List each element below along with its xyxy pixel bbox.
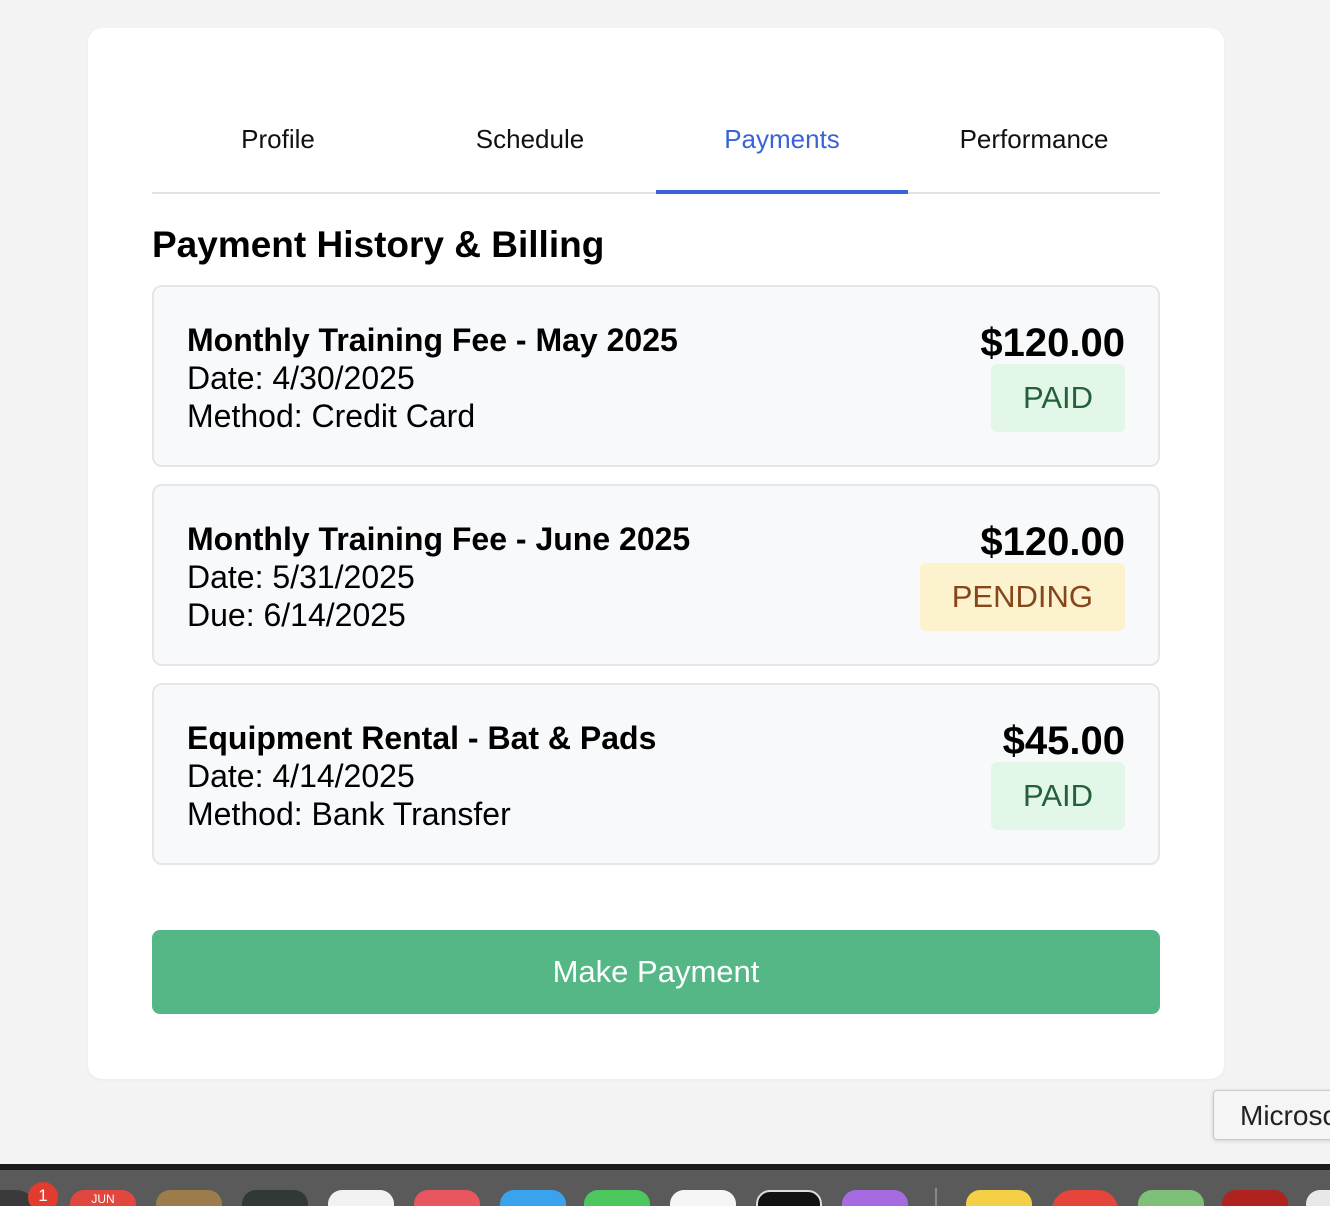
notes-app-icon[interactable]: [156, 1190, 222, 1206]
payment-title: Monthly Training Fee - May 2025: [187, 322, 678, 358]
app-icon[interactable]: [584, 1190, 650, 1206]
payment-info: Monthly Training Fee - June 2025 Date: 5…: [187, 520, 690, 634]
payment-date: Date: 5/31/2025: [187, 559, 415, 595]
app-icon[interactable]: [242, 1190, 308, 1206]
app-icon[interactable]: [670, 1190, 736, 1206]
app-icon[interactable]: [966, 1190, 1032, 1206]
dock-tooltip: Microso: [1213, 1090, 1330, 1140]
tab-performance[interactable]: Performance: [908, 118, 1160, 192]
payment-item: Monthly Training Fee - May 2025 Date: 4/…: [152, 285, 1160, 467]
payment-date: Date: 4/30/2025: [187, 360, 415, 396]
payment-title: Equipment Rental - Bat & Pads: [187, 720, 657, 756]
app-icon[interactable]: [414, 1190, 480, 1206]
payment-item: Equipment Rental - Bat & Pads Date: 4/14…: [152, 683, 1160, 865]
status-badge: PAID: [990, 762, 1125, 830]
payment-info: Monthly Training Fee - May 2025 Date: 4/…: [187, 321, 678, 435]
payment-detail: Due: 6/14/2025: [187, 597, 406, 633]
app-icon[interactable]: [1138, 1190, 1204, 1206]
payment-item: Monthly Training Fee - June 2025 Date: 5…: [152, 484, 1160, 666]
payment-amount: $120.00: [980, 321, 1125, 365]
tab-schedule[interactable]: Schedule: [404, 118, 656, 192]
app-icon[interactable]: [1052, 1190, 1118, 1206]
tab-bar: Profile Schedule Payments Performance: [152, 118, 1160, 194]
payments-card: Profile Schedule Payments Performance Pa…: [88, 28, 1224, 1079]
payment-date: Date: 4/14/2025: [187, 758, 415, 794]
payment-amount: $120.00: [980, 520, 1125, 564]
payment-detail: Method: Credit Card: [187, 398, 476, 434]
make-payment-button[interactable]: Make Payment: [152, 930, 1160, 1014]
dock: 1 JUN: [0, 1170, 1330, 1206]
payment-amount: $45.00: [1002, 719, 1125, 763]
app-icon[interactable]: [500, 1190, 566, 1206]
app-icon[interactable]: [1222, 1190, 1288, 1206]
app-icon[interactable]: [1306, 1190, 1330, 1206]
payment-detail: Method: Bank Transfer: [187, 796, 511, 832]
tab-profile[interactable]: Profile: [152, 118, 404, 192]
payment-info: Equipment Rental - Bat & Pads Date: 4/14…: [187, 719, 656, 833]
terminal-icon[interactable]: [756, 1190, 822, 1206]
dock-separator: [935, 1188, 937, 1206]
payment-title: Monthly Training Fee - June 2025: [187, 521, 691, 557]
status-badge: PAID: [990, 364, 1125, 432]
notification-badge: 1: [28, 1182, 58, 1206]
calendar-month: JUN: [91, 1192, 115, 1206]
section-title: Payment History & Billing: [152, 224, 605, 265]
status-badge: PENDING: [919, 563, 1125, 631]
tab-payments[interactable]: Payments: [656, 118, 908, 194]
calendar-icon[interactable]: JUN: [70, 1190, 136, 1206]
app-icon[interactable]: [328, 1190, 394, 1206]
app-icon[interactable]: [842, 1190, 908, 1206]
